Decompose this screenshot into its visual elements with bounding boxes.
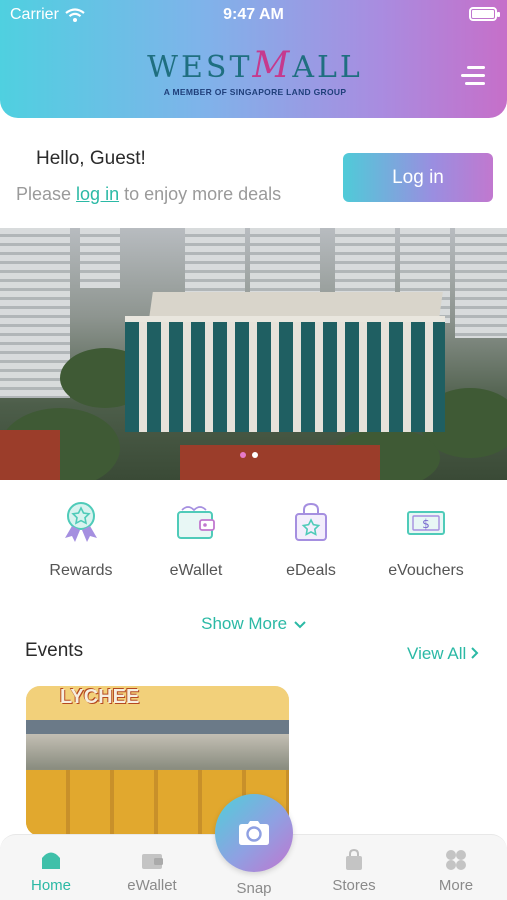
app-header: Carrier 9:47 AM WESTMALL A MEMBER OF SIN… [0, 0, 507, 118]
carousel-dot-active[interactable] [252, 452, 258, 458]
tab-more-label: More [438, 877, 474, 894]
status-bar: Carrier 9:47 AM [0, 0, 507, 30]
logo-text-west: WEST [147, 50, 253, 85]
edeals-button[interactable]: eDeals [256, 500, 366, 580]
tab-stores[interactable]: Stores [314, 849, 394, 894]
camera-icon [239, 821, 269, 845]
home-icon [42, 852, 60, 869]
greeting-title: Hello, Guest! [36, 148, 146, 169]
hero-red-roof-2 [180, 445, 380, 480]
carousel-indicator [240, 452, 258, 458]
shopping-bag-star-icon [295, 502, 327, 541]
logo-text-m: M [252, 45, 293, 86]
wallet-icon [142, 854, 163, 869]
svg-text:$: $ [422, 517, 430, 531]
wallet-icon [177, 506, 215, 539]
bag-icon [346, 849, 362, 870]
login-prompt-post: to enjoy more deals [119, 184, 282, 204]
show-more-button[interactable]: Show More [0, 614, 507, 634]
show-more-label: Show More [201, 614, 288, 633]
evouchers-label: eVouchers [388, 562, 464, 579]
battery-icon [469, 7, 500, 21]
logo-tagline: A MEMBER OF SINGAPORE LAND GROUP [163, 87, 347, 97]
snap-button[interactable] [215, 794, 293, 872]
rewards-label: Rewards [49, 562, 113, 579]
tab-home-label: Home [30, 877, 71, 894]
tab-more[interactable]: More [416, 849, 496, 894]
status-time: 9:47 AM [223, 6, 284, 23]
quick-actions: Rewards eWallet eDeals $ eVouchers [0, 500, 507, 600]
view-all-label: View All [407, 644, 467, 663]
view-all-events-link[interactable]: View All [407, 644, 479, 664]
chevron-right-icon [471, 647, 479, 659]
home-screen: Carrier 9:47 AM WESTMALL A MEMBER OF SIN… [0, 0, 507, 900]
tab-ewallet[interactable]: eWallet [112, 849, 192, 894]
login-button[interactable]: Log in [343, 153, 493, 202]
login-prompt-pre: Please [16, 184, 77, 204]
rewards-button[interactable]: Rewards [26, 500, 136, 580]
grid-icon [446, 850, 466, 870]
tab-ewallet-label: eWallet [127, 877, 177, 894]
evouchers-button[interactable]: $ eVouchers [371, 500, 481, 580]
chevron-down-icon [294, 621, 306, 629]
event-card-sign-text: LYCHEE [60, 686, 140, 708]
ewallet-label: eWallet [169, 562, 223, 579]
edeals-label: eDeals [286, 562, 336, 579]
hero-red-roof [0, 430, 60, 480]
login-prompt: Please log in to enjoy more deals [16, 184, 281, 205]
tab-home[interactable]: Home [11, 849, 91, 894]
westmall-logo: WESTMALL A MEMBER OF SINGAPORE LAND GROU… [140, 48, 370, 98]
rewards-badge-icon [65, 502, 97, 542]
event-card-awning [26, 720, 289, 734]
hamburger-menu-icon[interactable] [461, 66, 485, 86]
ewallet-button[interactable]: eWallet [141, 500, 251, 580]
tab-stores-label: Stores [332, 877, 376, 894]
events-section-title: Events [25, 640, 84, 661]
voucher-dollar-icon: $ [407, 511, 445, 535]
login-link[interactable]: log in [76, 184, 119, 204]
hero-mall-building [125, 322, 445, 432]
logo-text-all: ALL [292, 50, 363, 85]
tab-snap-label: Snap [236, 880, 272, 897]
carousel-dot[interactable] [240, 452, 246, 458]
